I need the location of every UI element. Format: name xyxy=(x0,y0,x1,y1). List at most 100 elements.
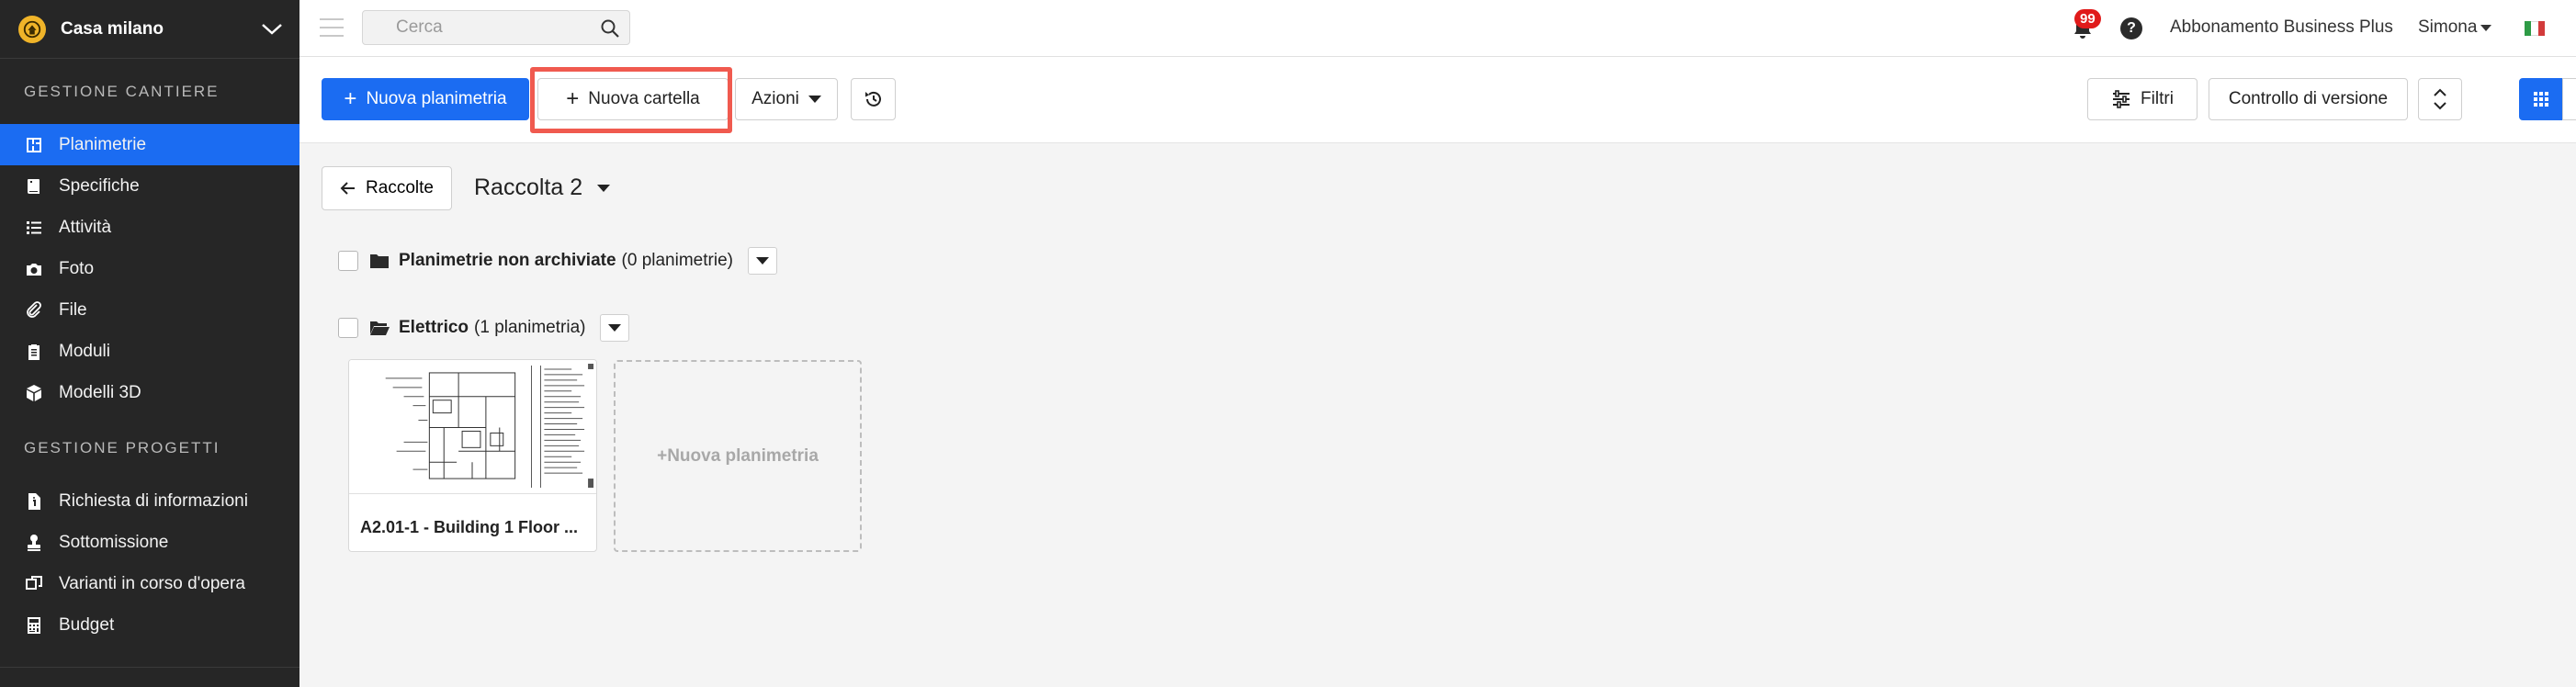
sidebar-item-moduli[interactable]: Moduli xyxy=(0,331,299,372)
plus-icon: + xyxy=(566,86,580,111)
folder-count: (1 planimetria) xyxy=(474,318,586,337)
sidebar-divider xyxy=(0,667,299,668)
sidebar-item-planimetrie[interactable]: Planimetrie xyxy=(0,124,299,165)
filters-button[interactable]: Filtri xyxy=(2087,78,2198,120)
sidebar-item-label: Varianti in corso d'opera xyxy=(59,573,245,593)
paperclip-icon xyxy=(24,300,44,321)
caret-down-icon xyxy=(755,257,769,265)
sidebar-item-attivita[interactable]: Attività xyxy=(0,207,299,248)
list-view-button[interactable] xyxy=(2562,78,2576,120)
sidebar-item-label: Moduli xyxy=(59,341,110,361)
caret-down-icon xyxy=(608,324,622,332)
sidebar-item-sottomissione[interactable]: Sottomissione xyxy=(0,522,299,563)
sidebar-item-budget[interactable]: Budget xyxy=(0,604,299,646)
subscription-link[interactable]: Abbonamento Business Plus xyxy=(2170,17,2393,38)
history-button[interactable] xyxy=(851,78,896,120)
folder-count: (0 planimetrie) xyxy=(621,251,733,270)
section-heading-site: GESTIONE CANTIERE xyxy=(24,83,220,100)
site-nav: Planimetrie Specifiche Attività Foto Fil… xyxy=(0,124,299,413)
collection-title: Raccolta 2 xyxy=(474,175,583,200)
camera-icon xyxy=(24,259,44,279)
new-plan-placeholder[interactable]: +Nuova planimetria xyxy=(614,360,862,552)
project-name: Casa milano xyxy=(61,18,164,39)
sidebar-item-label: Modelli 3D xyxy=(59,382,141,402)
plan-card-title-text: A2.01-1 - Building 1 Floor ... xyxy=(360,517,579,536)
notification-badge: 99 xyxy=(2074,9,2101,28)
sort-button[interactable] xyxy=(2418,78,2462,120)
new-folder-label: Nuova cartella xyxy=(588,89,700,108)
caret-down-icon xyxy=(808,96,821,103)
sidebar-item-varianti[interactable]: Varianti in corso d'opera xyxy=(0,563,299,604)
folder-row: Elettrico (1 planimetria) xyxy=(338,314,630,342)
sidebar-item-file[interactable]: File xyxy=(0,289,299,331)
version-control-button[interactable]: Controllo di versione xyxy=(2209,78,2408,120)
sidebar-item-modelli-3d[interactable]: Modelli 3D xyxy=(0,372,299,413)
clipboard-icon xyxy=(24,342,44,362)
sliders-icon xyxy=(2113,90,2130,108)
history-icon xyxy=(864,91,881,107)
stamp-icon xyxy=(24,533,44,553)
actions-dropdown[interactable]: Azioni xyxy=(735,78,838,120)
sidebar-item-foto[interactable]: Foto xyxy=(0,248,299,289)
folder-dropdown[interactable] xyxy=(747,247,777,275)
menu-icon[interactable] xyxy=(320,18,344,39)
folder-open-icon xyxy=(370,321,390,335)
sidebar-item-label: Sottomissione xyxy=(59,532,169,552)
version-control-label: Controllo di versione xyxy=(2228,89,2389,108)
plus-icon: + xyxy=(344,86,357,111)
arrow-left-icon xyxy=(340,182,356,195)
plan-card-title: A2.01-1 - Building 1 Floor ... xyxy=(349,499,596,551)
list-icon xyxy=(24,218,44,238)
sidebar-item-label: File xyxy=(59,299,87,320)
search-box xyxy=(362,10,630,45)
top-bar: 99 ? Abbonamento Business Plus Simona xyxy=(299,0,2576,57)
sidebar: Casa milano GESTIONE CANTIERE Planimetri… xyxy=(0,0,299,687)
sidebar-item-specifiche[interactable]: Specifiche xyxy=(0,165,299,207)
italy-flag-icon[interactable] xyxy=(2525,21,2545,36)
user-menu[interactable]: Simona xyxy=(2418,17,2492,38)
folder-row: Planimetrie non archiviate (0 planimetri… xyxy=(338,247,777,275)
search-icon[interactable] xyxy=(600,18,620,39)
help-icon[interactable]: ? xyxy=(2120,17,2142,39)
sidebar-item-label: Specifiche xyxy=(59,175,140,196)
plan-card[interactable]: A2.01-1 - Building 1 Floor ... xyxy=(348,359,597,552)
caret-down-icon xyxy=(597,184,611,192)
cube-icon xyxy=(24,383,44,403)
sidebar-item-label: Richiesta di informazioni xyxy=(59,490,248,511)
section-heading-projects: GESTIONE PROGETTI xyxy=(24,439,220,456)
folder-checkbox[interactable] xyxy=(338,318,358,338)
plan-thumbnail xyxy=(349,360,596,494)
new-plan-button[interactable]: + Nuova planimetria xyxy=(322,78,529,120)
folder-checkbox[interactable] xyxy=(338,251,358,271)
collection-selector[interactable]: Raccolta 2 xyxy=(474,175,611,201)
sort-icon xyxy=(2434,88,2446,110)
grid-view-button[interactable] xyxy=(2519,78,2563,120)
floorplan-icon xyxy=(24,135,44,155)
sidebar-item-label: Planimetrie xyxy=(59,134,147,154)
projects-nav: Richiesta di informazioni Sottomissione … xyxy=(0,480,299,646)
toolbar: + Nuova planimetria + Nuova cartella Azi… xyxy=(299,57,2576,143)
document-info-icon xyxy=(24,491,44,512)
folder-name[interactable]: Elettrico xyxy=(399,318,469,338)
sidebar-item-label: Budget xyxy=(59,614,115,635)
search-input[interactable] xyxy=(396,17,618,38)
actions-label: Azioni xyxy=(751,89,799,108)
book-icon xyxy=(24,176,44,197)
back-label: Raccolte xyxy=(366,178,434,197)
user-name: Simona xyxy=(2418,17,2478,37)
sidebar-item-label: Attività xyxy=(59,217,112,237)
copy-icon xyxy=(24,574,44,594)
caret-down-icon xyxy=(2480,24,2492,31)
project-switcher[interactable]: Casa milano xyxy=(0,0,299,59)
folder-dropdown[interactable] xyxy=(600,314,630,342)
folder-name[interactable]: Planimetrie non archiviate xyxy=(399,251,616,271)
sidebar-item-rfi[interactable]: Richiesta di informazioni xyxy=(0,480,299,522)
sidebar-item-label: Foto xyxy=(59,258,95,278)
back-to-collections-button[interactable]: Raccolte xyxy=(322,166,452,210)
new-plan-label: Nuova planimetria xyxy=(366,89,507,108)
grid-icon xyxy=(2534,92,2548,107)
calculator-icon xyxy=(24,615,44,636)
chevron-down-icon[interactable] xyxy=(244,22,299,37)
new-folder-button[interactable]: + Nuova cartella xyxy=(537,78,729,120)
folder-icon xyxy=(370,254,389,268)
